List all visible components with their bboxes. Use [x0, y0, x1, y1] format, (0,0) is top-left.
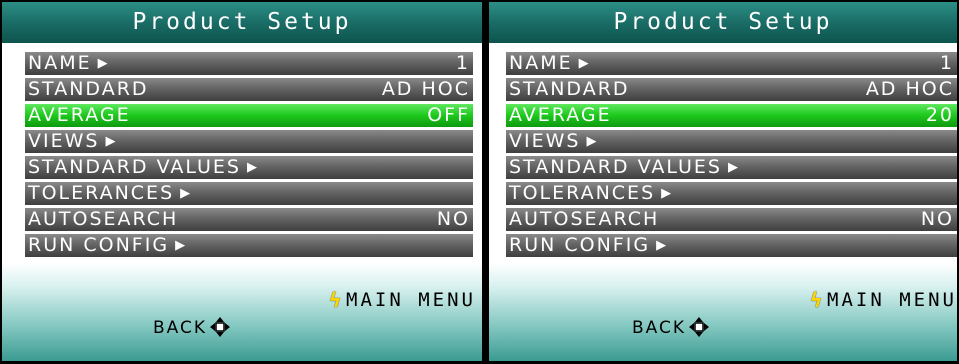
main-menu-button[interactable]: ϟ MAIN MENU	[810, 288, 957, 312]
main-menu-label: MAIN MENU	[827, 289, 957, 311]
main-menu-button[interactable]: ϟ MAIN MENU	[329, 288, 476, 312]
menu-item-label: TOLERANCES ▶	[28, 182, 191, 204]
screen-title: Product Setup	[2, 2, 482, 43]
menu-item-value: AD HOC	[865, 78, 954, 100]
menu-item-standard-values[interactable]: STANDARD VALUES ▶	[25, 156, 473, 179]
arrow-right-icon: ▶	[656, 238, 667, 253]
menu-item-value: OFF	[427, 104, 470, 126]
menu-item-label: AUTOSEARCH	[509, 208, 660, 230]
back-label: BACK	[153, 318, 208, 338]
arrow-right-icon: ▶	[661, 186, 672, 201]
arrow-right-icon: ▶	[105, 134, 116, 149]
menu-item-label: AVERAGE	[509, 104, 612, 126]
screen-footer: ϟ MAIN MENU BACK	[2, 263, 482, 361]
menu-item-value: 1	[455, 52, 470, 74]
back-button[interactable]: BACK	[153, 316, 231, 338]
menu-item-label: NAME ▶	[28, 52, 108, 74]
arrow-right-icon: ▶	[246, 160, 257, 175]
main-menu-label: MAIN MENU	[346, 289, 476, 311]
product-setup-screen-right: Product Setup NAME ▶ 1 STANDARD AD HOC AV…	[489, 2, 957, 361]
menu-item-value: 1	[939, 52, 954, 74]
menu-item-value: NO	[436, 208, 470, 230]
back-button[interactable]: BACK	[632, 316, 710, 338]
menu-item-label: AVERAGE	[28, 104, 131, 126]
dpad-icon	[210, 317, 231, 337]
lightning-bolt-icon: ϟ	[329, 288, 345, 312]
menu-item-label: NAME ▶	[509, 52, 589, 74]
arrow-right-icon: ▶	[578, 56, 589, 71]
arrow-right-icon: ▶	[727, 160, 738, 175]
menu-item-views[interactable]: VIEWS ▶	[506, 130, 957, 153]
menu-item-average[interactable]: AVERAGE OFF	[25, 104, 473, 127]
menu-item-label: TOLERANCES ▶	[509, 182, 672, 204]
menu-item-standard-values[interactable]: STANDARD VALUES ▶	[506, 156, 957, 179]
menu-item-tolerances[interactable]: TOLERANCES ▶	[506, 182, 957, 205]
menu-item-value: 20	[925, 104, 954, 126]
menu-item-autosearch[interactable]: AUTOSEARCH NO	[25, 208, 473, 231]
menu-item-run-config[interactable]: RUN CONFIG ▶	[25, 234, 473, 257]
menu-item-label: RUN CONFIG ▶	[509, 234, 667, 256]
menu-item-label: STANDARD VALUES ▶	[509, 156, 738, 178]
menu-item-label: RUN CONFIG ▶	[28, 234, 186, 256]
menu-item-value: AD HOC	[381, 78, 470, 100]
lightning-bolt-icon: ϟ	[810, 288, 826, 312]
menu-item-value: NO	[920, 208, 954, 230]
arrow-right-icon: ▶	[97, 56, 108, 71]
dpad-icon	[689, 317, 710, 337]
arrow-right-icon: ▶	[180, 186, 191, 201]
menu-item-average[interactable]: AVERAGE 20	[506, 104, 957, 127]
screen-title: Product Setup	[489, 2, 957, 43]
back-label: BACK	[632, 318, 687, 338]
menu-item-run-config[interactable]: RUN CONFIG ▶	[506, 234, 957, 257]
menu-item-name[interactable]: NAME ▶ 1	[25, 52, 473, 75]
menu-item-standard[interactable]: STANDARD AD HOC	[25, 78, 473, 101]
menu-item-standard[interactable]: STANDARD AD HOC	[506, 78, 957, 101]
arrow-right-icon: ▶	[586, 134, 597, 149]
menu-item-tolerances[interactable]: TOLERANCES ▶	[25, 182, 473, 205]
product-setup-screen-left: Product Setup NAME ▶ 1 STANDARD AD HOC AV…	[2, 2, 482, 361]
menu-item-label: STANDARD	[509, 78, 630, 100]
menu-item-label: STANDARD VALUES ▶	[28, 156, 257, 178]
menu-item-label: AUTOSEARCH	[28, 208, 179, 230]
menu-item-autosearch[interactable]: AUTOSEARCH NO	[506, 208, 957, 231]
menu-item-label: VIEWS ▶	[28, 130, 116, 152]
arrow-right-icon: ▶	[175, 238, 186, 253]
product-setup-menu: NAME ▶ 1 STANDARD AD HOC AVERAGE OFF VIEW…	[25, 52, 473, 260]
menu-item-label: VIEWS ▶	[509, 130, 597, 152]
product-setup-menu: NAME ▶ 1 STANDARD AD HOC AVERAGE 20 VIEWS…	[506, 52, 957, 260]
menu-item-name[interactable]: NAME ▶ 1	[506, 52, 957, 75]
device-screens: Product Setup NAME ▶ 1 STANDARD AD HOC AV…	[0, 0, 959, 364]
menu-item-label: STANDARD	[28, 78, 149, 100]
menu-item-views[interactable]: VIEWS ▶	[25, 130, 473, 153]
screen-footer: ϟ MAIN MENU BACK	[489, 263, 957, 361]
